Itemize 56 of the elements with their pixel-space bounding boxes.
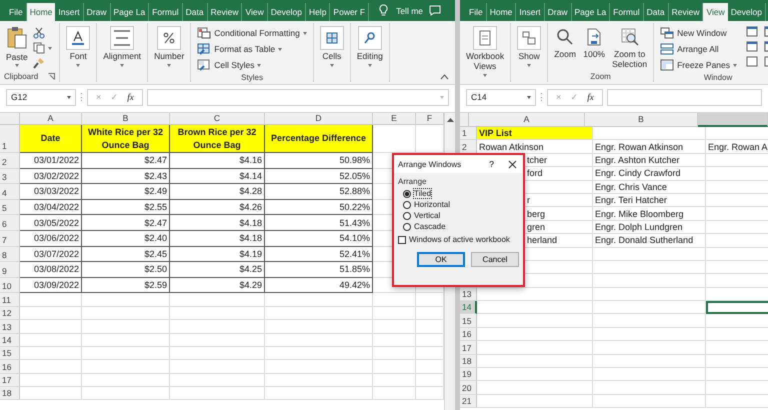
group-label: Clipboard	[4, 72, 38, 81]
table-cell: Engr. Rowan A	[706, 140, 768, 154]
header-cell: VIP List	[477, 127, 593, 140]
dialog-title: Arrange Windows	[398, 160, 462, 168]
table-cell: 54.10%	[265, 230, 373, 247]
table-cell: 03/06/2022	[20, 230, 82, 247]
table-cell: $4.29	[170, 278, 265, 294]
table-cell: $4.19	[170, 246, 265, 262]
table-cell: 50.98%	[265, 153, 373, 169]
group-label: Window	[704, 72, 732, 82]
table-cell: 50.22%	[265, 200, 373, 216]
table-cell: $4.18	[170, 215, 265, 231]
table-cell: Engr. Chris Vance	[593, 180, 706, 194]
group-label: Zoom	[590, 72, 611, 81]
table-cell: 03/09/2022	[20, 278, 82, 294]
table-cell: 03/03/2022	[20, 184, 82, 200]
table-cell: 03/05/2022	[20, 215, 82, 231]
table-cell: $4.28	[170, 184, 265, 200]
table-header-cell: White Rice per 32 Ounce Bag	[82, 125, 170, 153]
table-cell: Engr. Donald Sutherland	[593, 234, 706, 248]
table-cell: Engr. Dolph Lundgren	[593, 220, 706, 234]
table-cell: $2.45	[82, 246, 170, 262]
table-cell: 52.05%	[265, 168, 373, 184]
table-cell: $2.59	[82, 278, 170, 294]
table-cell: 03/01/2022	[20, 153, 82, 169]
table-cell: $2.50	[82, 262, 170, 278]
table-cell: 52.41%	[265, 246, 373, 262]
table-cell: 51.85%	[265, 262, 373, 278]
table-cell: Engr. Teri Hatcher	[593, 194, 706, 208]
table-cell: 03/02/2022	[20, 168, 82, 184]
table-header-cell: Percentage Difference	[265, 125, 373, 153]
table-cell: $2.43	[82, 168, 170, 184]
table-cell: Engr. Cindy Crawford	[593, 167, 706, 181]
table-header-cell: Date	[20, 125, 82, 153]
table-header-cell: Brown Rice per 32 Ounce Bag	[170, 125, 265, 153]
table-cell: $2.47	[82, 215, 170, 231]
table-cell: $4.18	[170, 230, 265, 247]
table-cell: $2.40	[82, 230, 170, 247]
table-cell: Engr. Ashton Kutcher	[593, 154, 706, 168]
group-label: Styles	[241, 72, 263, 82]
table-cell: $2.49	[82, 184, 170, 200]
table-cell: 49.42%	[265, 278, 373, 294]
table-cell: 52.88%	[265, 184, 373, 200]
table-cell: Engr. Mike Bloomberg	[593, 207, 706, 221]
table-cell: $4.14	[170, 168, 265, 184]
group-label: Arrange	[398, 177, 428, 186]
table-cell: $2.47	[82, 153, 170, 169]
table-cell: $2.55	[82, 200, 170, 216]
table-cell: 51.43%	[265, 215, 373, 231]
table-cell: 03/07/2022	[20, 246, 82, 262]
table-cell: $4.25	[170, 262, 265, 278]
table-cell: $4.16	[170, 153, 265, 169]
table-cell: $4.26	[170, 200, 265, 216]
table-cell: Engr. Rowan Atkinson	[593, 140, 706, 154]
table-cell: 03/04/2022	[20, 200, 82, 216]
table-cell: 03/08/2022	[20, 262, 82, 278]
